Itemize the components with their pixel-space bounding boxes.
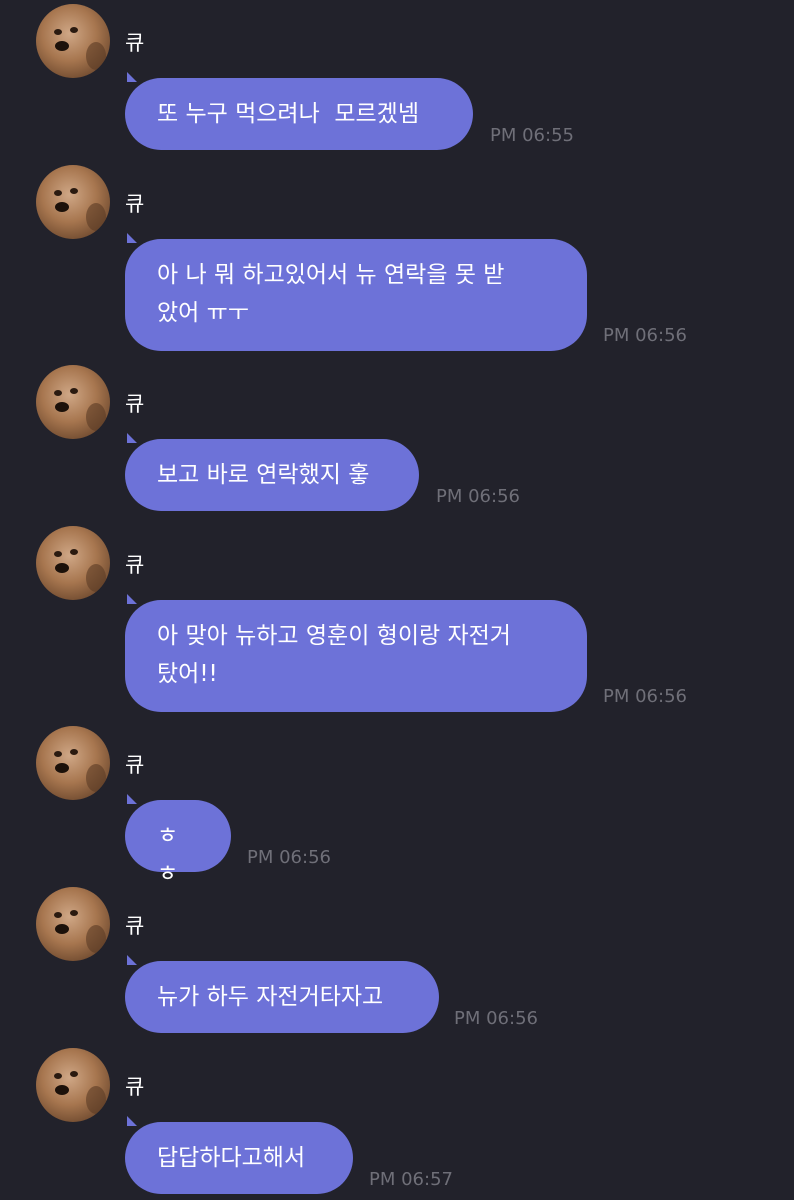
dog-avatar-icon	[54, 749, 106, 792]
dog-avatar-icon	[54, 1071, 106, 1114]
dog-avatar-icon	[54, 910, 106, 953]
message-bubble[interactable]: 답답하다고해서	[125, 1116, 353, 1194]
message-bubble[interactable]: 또 누구 먹으려나 모르겠넴	[125, 72, 473, 150]
avatar[interactable]	[36, 1048, 110, 1122]
sender-name: 큐	[125, 31, 145, 55]
message-bubble[interactable]: 아 나 뭐 하고있어서 뉴 연락을 못 받 았어 ㅠㅜ	[125, 233, 587, 351]
dog-avatar-icon	[54, 549, 106, 592]
message-bubble[interactable]: 보고 바로 연락했지 훟	[125, 433, 419, 511]
sender-name: 큐	[125, 753, 145, 777]
dog-avatar-icon	[54, 188, 106, 231]
sender-name: 큐	[125, 392, 145, 416]
message-time: PM 06:57	[369, 1169, 453, 1190]
avatar[interactable]	[36, 526, 110, 600]
message-bubble[interactable]: ㅎㅎ	[125, 794, 231, 887]
dog-avatar-icon	[54, 27, 106, 70]
sender-name: 큐	[125, 914, 145, 938]
message-time: PM 06:55	[490, 125, 574, 146]
dog-avatar-icon	[54, 388, 106, 431]
message-time: PM 06:56	[436, 486, 520, 507]
message-bubble[interactable]: 아 맞아 뉴하고 영훈이 형이랑 자전거 탔어!!	[125, 594, 587, 712]
message-bubble[interactable]: 뉴가 하두 자전거타자고	[125, 955, 439, 1033]
avatar[interactable]	[36, 726, 110, 800]
message-time: PM 06:56	[454, 1008, 538, 1029]
sender-name: 큐	[125, 553, 145, 577]
message-time: PM 06:56	[603, 686, 687, 707]
avatar[interactable]	[36, 4, 110, 78]
message-time: PM 06:56	[247, 847, 331, 868]
message-time: PM 06:56	[603, 325, 687, 346]
chat-log: 큐 또 누구 먹으려나 모르겠넴 PM 06:55 큐 아 나 뭐 하고있어서 …	[0, 0, 794, 1200]
sender-name: 큐	[125, 192, 145, 216]
avatar[interactable]	[36, 887, 110, 961]
avatar[interactable]	[36, 365, 110, 439]
sender-name: 큐	[125, 1075, 145, 1099]
avatar[interactable]	[36, 165, 110, 239]
